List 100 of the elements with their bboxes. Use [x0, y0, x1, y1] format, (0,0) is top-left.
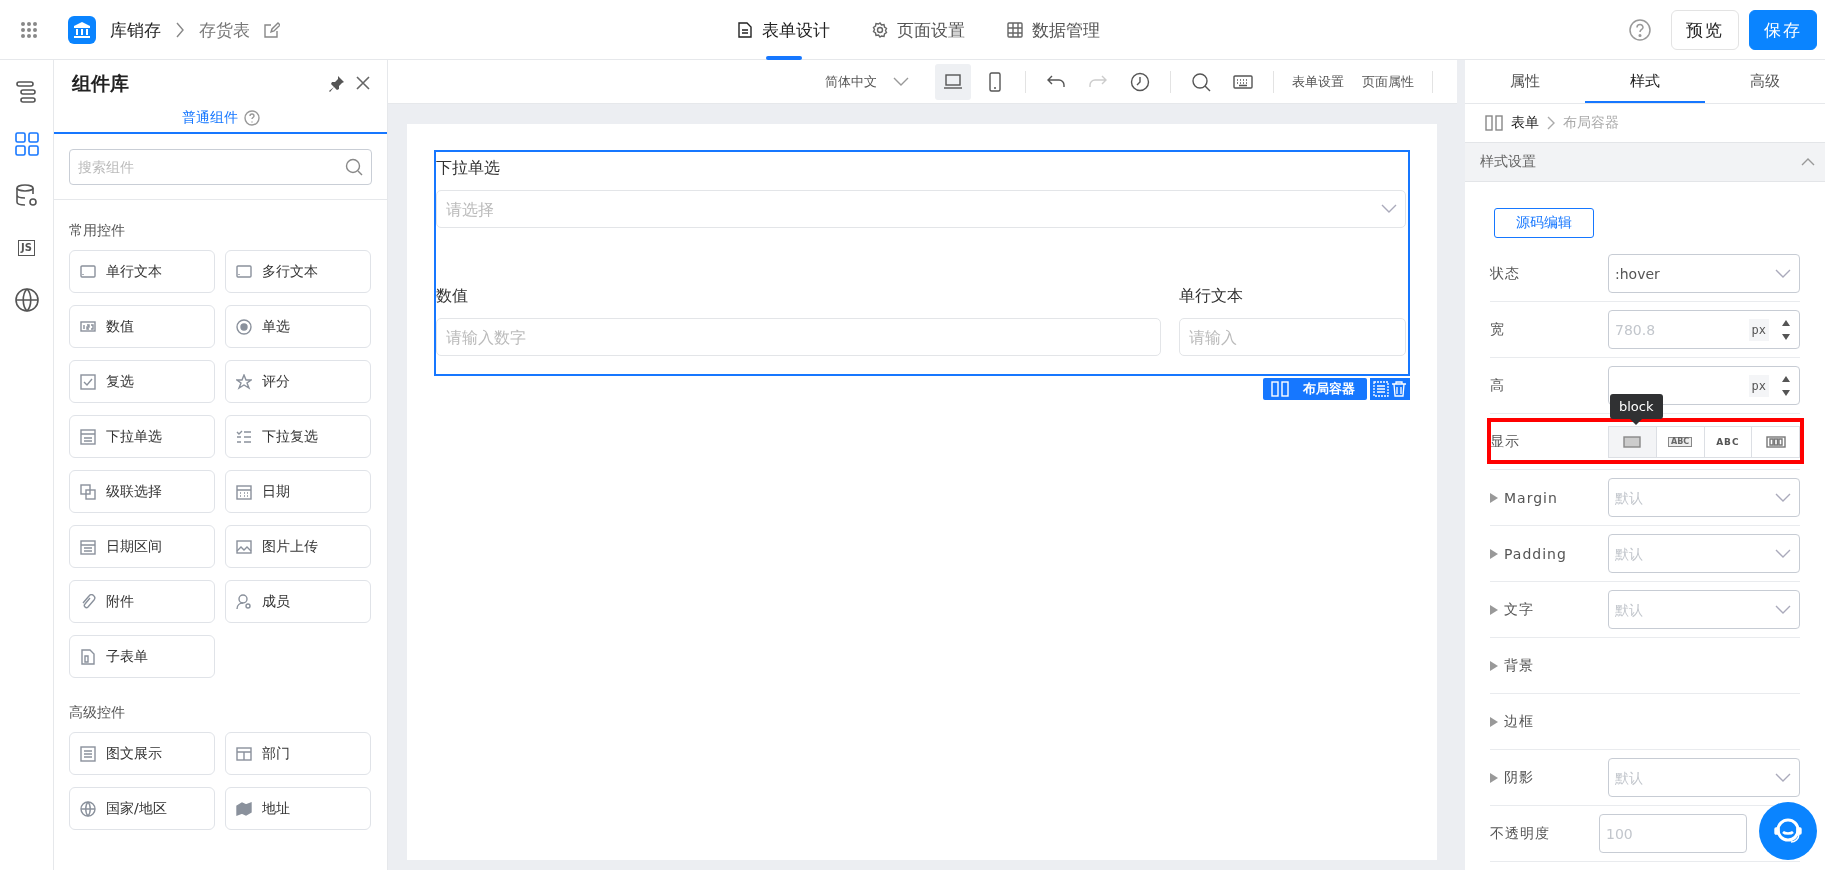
globe-icon[interactable]	[13, 287, 40, 313]
save-button[interactable]: 保存	[1749, 10, 1817, 50]
preview-button[interactable]: 预览	[1671, 10, 1739, 50]
checklist-icon	[236, 428, 252, 445]
block-icon	[1623, 435, 1642, 448]
search-icon	[1191, 71, 1211, 92]
component-item[interactable]: 多行文本	[225, 250, 371, 293]
inspector-tab[interactable]: 样式	[1585, 60, 1705, 103]
select-field[interactable]: 请选择	[436, 190, 1406, 228]
toolbar-link[interactable]: 表单设置	[1286, 72, 1350, 91]
component-item[interactable]: 国家/地区	[69, 787, 215, 830]
select-field[interactable]: 默认	[1608, 478, 1800, 517]
nav-tab[interactable]: 页面设置	[868, 0, 969, 60]
component-item[interactable]: 下拉单选	[69, 415, 215, 458]
group-title: 常用控件	[69, 222, 126, 240]
property-label: 显示	[1490, 432, 1520, 451]
spinner-icon[interactable]	[1781, 318, 1791, 341]
inspector-tab[interactable]: 属性	[1465, 60, 1585, 103]
inspector-tab[interactable]: 高级	[1705, 60, 1825, 103]
field-label: 下拉单选	[436, 158, 501, 179]
search-field[interactable]: 搜索组件	[69, 149, 372, 185]
chevron-up-icon	[1801, 158, 1815, 166]
group-title: 高级控件	[69, 704, 126, 722]
breadcrumb-chevron-icon	[1547, 116, 1555, 130]
toolbar-link[interactable]: 页面属性	[1356, 72, 1420, 91]
copy-icon[interactable]	[1373, 381, 1389, 397]
chevron-down-icon	[1381, 204, 1397, 214]
globe-icon	[80, 800, 96, 817]
spinner-icon[interactable]	[1781, 374, 1791, 397]
language-dropdown[interactable]: 简体中文	[819, 71, 915, 92]
section-header[interactable]: 样式设置	[1465, 142, 1825, 182]
columns-icon	[1271, 381, 1289, 397]
help-icon[interactable]	[1629, 19, 1651, 41]
input-field[interactable]: 100	[1599, 814, 1747, 853]
component-item[interactable]: 附件	[69, 580, 215, 623]
component-item[interactable]: 单选	[225, 305, 371, 348]
input-field[interactable]: 请输入数字	[436, 318, 1162, 356]
component-item[interactable]: 图片上传	[225, 525, 371, 568]
star-icon	[236, 373, 252, 390]
component-item[interactable]: 数值	[69, 305, 215, 348]
nav-tab[interactable]: 数据管理	[1003, 0, 1104, 60]
flex-icon	[1765, 435, 1786, 448]
expand-triangle-icon[interactable]	[1490, 772, 1498, 783]
pin-icon[interactable]	[327, 74, 345, 93]
component-item[interactable]: 成员	[225, 580, 371, 623]
component-item[interactable]: 下拉复选	[225, 415, 371, 458]
component-item[interactable]: 日期	[225, 470, 371, 513]
paperclip-icon	[80, 593, 96, 610]
expand-triangle-icon[interactable]	[1490, 660, 1498, 671]
layout-container[interactable]: 下拉单选 请选择 数值 请输入数字 单行文本 请输入	[434, 150, 1410, 376]
select-field[interactable]: 默认	[1608, 758, 1800, 797]
component-item[interactable]: 地址	[225, 787, 371, 830]
component-item[interactable]: 复选	[69, 360, 215, 403]
clock-icon	[1130, 71, 1150, 92]
chevron-down-icon	[893, 76, 909, 87]
select-field[interactable]: 默认	[1608, 590, 1800, 629]
device-button[interactable]	[935, 63, 971, 100]
checkbox-icon	[80, 373, 96, 390]
expand-triangle-icon[interactable]	[1490, 716, 1498, 727]
component-item[interactable]: 级联选择	[69, 470, 215, 513]
component-item[interactable]: 评分	[225, 360, 371, 403]
department-icon	[236, 745, 252, 762]
database-gear-icon[interactable]	[13, 183, 40, 209]
field-label: 单行文本	[1179, 286, 1245, 307]
source-edit-button[interactable]: 源码编辑	[1494, 208, 1594, 238]
display-option[interactable]	[1609, 426, 1656, 457]
input-field[interactable]: 请输入	[1179, 318, 1406, 356]
delete-icon[interactable]	[1391, 381, 1407, 397]
chevron-down-icon	[1775, 268, 1791, 279]
image-icon	[236, 538, 252, 555]
close-icon[interactable]	[355, 74, 371, 91]
component-item[interactable]: 图文展示	[69, 732, 215, 775]
edit-icon	[264, 22, 280, 38]
component-tag[interactable]: 布局容器	[1263, 378, 1367, 400]
property-label: 状态	[1490, 264, 1520, 283]
tooltip-arrow-icon	[1629, 418, 1643, 425]
select-field[interactable]: 默认	[1608, 534, 1800, 573]
property-label: 边框	[1504, 712, 1534, 731]
app-grid-icon[interactable]	[20, 21, 38, 39]
component-item[interactable]: 子表单	[69, 635, 215, 678]
components-icon[interactable]	[13, 131, 40, 157]
component-item[interactable]: 日期区间	[69, 525, 215, 568]
script-icon[interactable]: JS	[18, 240, 35, 256]
component-item[interactable]: 部门	[225, 732, 371, 775]
property-label: Margin	[1504, 489, 1558, 506]
panel-title: 组件库	[72, 70, 129, 96]
panel-tab[interactable]: 普通组件	[175, 107, 266, 128]
component-item[interactable]: 单行文本	[69, 250, 215, 293]
number-icon	[80, 318, 96, 335]
document-icon	[80, 648, 96, 665]
select-field[interactable]: :hover	[1608, 254, 1800, 293]
nav-tab[interactable]: 表单设计	[733, 0, 834, 60]
app-name[interactable]: 库销存	[110, 18, 161, 42]
laptop-icon	[943, 71, 963, 92]
user-icon	[236, 593, 252, 610]
expand-triangle-icon[interactable]	[1490, 604, 1498, 615]
expand-triangle-icon[interactable]	[1490, 548, 1498, 559]
breadcrumb-item[interactable]: 表单	[1511, 114, 1539, 132]
support-chat-button[interactable]	[1759, 802, 1817, 860]
expand-triangle-icon[interactable]	[1490, 492, 1498, 503]
